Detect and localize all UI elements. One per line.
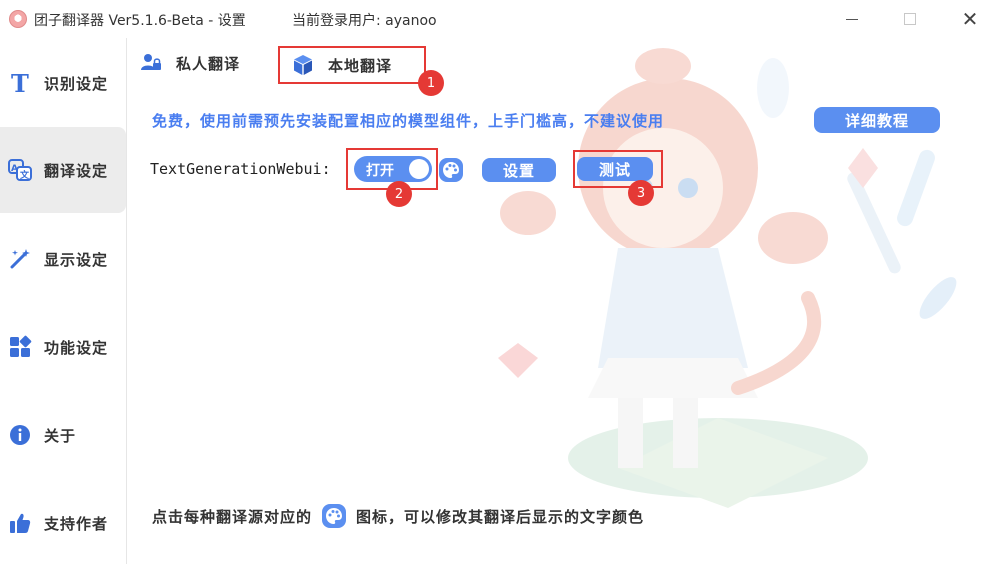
svg-text:文: 文: [19, 169, 30, 181]
sidebar-item-function-settings[interactable]: 功能设定: [0, 304, 126, 390]
translate-icon: A 文: [8, 158, 32, 182]
sidebar-item-ocr-settings[interactable]: T 识别设定: [0, 40, 126, 126]
palette-icon[interactable]: [439, 158, 463, 182]
annotation-badge-2: 2: [386, 181, 412, 207]
sidebar-item-about[interactable]: 关于: [0, 392, 126, 478]
title-bar: 团子翻译器 Ver5.1.6-Beta - 设置 当前登录用户: ayanoo …: [0, 0, 1002, 38]
close-button[interactable]: ✕: [948, 4, 992, 34]
user-lock-icon: [140, 52, 162, 74]
test-button[interactable]: 测试: [577, 157, 653, 181]
sidebar-item-display-settings[interactable]: 显示设定: [0, 216, 126, 302]
svg-text:T: T: [11, 71, 29, 95]
settings-button[interactable]: 设置: [482, 158, 556, 182]
grid-apps-icon: [8, 335, 32, 359]
text-t-icon: T: [8, 71, 32, 95]
annotation-badge-3: 3: [628, 180, 654, 206]
hint-prefix: 点击每种翻译源对应的: [152, 507, 313, 526]
tab-bar: 私人翻译 本地翻译: [128, 38, 1002, 84]
hint-suffix: 图标，可以修改其翻译后显示的文字颜色: [356, 507, 645, 526]
palette-icon: [322, 504, 347, 528]
tab-private-translation[interactable]: 私人翻译: [140, 46, 240, 80]
main-panel: 私人翻译 本地翻译 1 免费，使用前需预先安装配置相应的模型组件，上手门槛高，不…: [128, 38, 1002, 564]
toggle-label: 打开: [366, 163, 394, 179]
sidebar-item-label: 关于: [44, 426, 77, 445]
login-status: 当前登录用户: ayanoo: [292, 13, 437, 29]
engine-description: 免费，使用前需预先安装配置相应的模型组件，上手门槛高，不建议使用: [152, 112, 665, 130]
minimize-button[interactable]: [830, 4, 874, 34]
sidebar-item-support-author[interactable]: 支持作者: [0, 480, 126, 564]
engine-label: TextGenerationWebui:: [150, 160, 331, 178]
sidebar-item-label: 支持作者: [44, 514, 109, 533]
sidebar-item-label: 翻译设定: [44, 161, 109, 180]
window-title: 团子翻译器 Ver5.1.6-Beta - 设置: [34, 13, 246, 29]
thumbs-up-icon: [8, 511, 32, 535]
tab-label: 本地翻译: [328, 56, 393, 75]
sidebar-item-label: 识别设定: [44, 74, 109, 93]
tutorial-button[interactable]: 详细教程: [814, 107, 940, 133]
sidebar-item-label: 功能设定: [44, 338, 109, 357]
sidebar-item-translate-settings[interactable]: A 文 翻译设定: [0, 127, 126, 213]
sidebar: T 识别设定 A 文 翻译设定 显示设定 功能设定 关于 支持作者: [0, 38, 127, 564]
close-icon: ✕: [961, 7, 979, 31]
app-logo-icon: [9, 10, 27, 28]
magic-wand-icon: [8, 247, 32, 271]
tab-label: 私人翻译: [176, 54, 241, 73]
svg-text:A: A: [11, 164, 18, 174]
cube-icon: [292, 54, 314, 76]
toggle-knob: [409, 159, 429, 179]
maximize-button[interactable]: [888, 4, 932, 34]
engine-toggle-switch[interactable]: 打开: [354, 156, 432, 182]
sidebar-item-label: 显示设定: [44, 250, 109, 269]
info-icon: [8, 423, 32, 447]
annotation-badge-1: 1: [418, 70, 444, 96]
color-hint: 点击每种翻译源对应的 图标，可以修改其翻译后显示的文字颜色: [152, 504, 644, 528]
tab-local-translation[interactable]: 本地翻译: [278, 46, 426, 84]
